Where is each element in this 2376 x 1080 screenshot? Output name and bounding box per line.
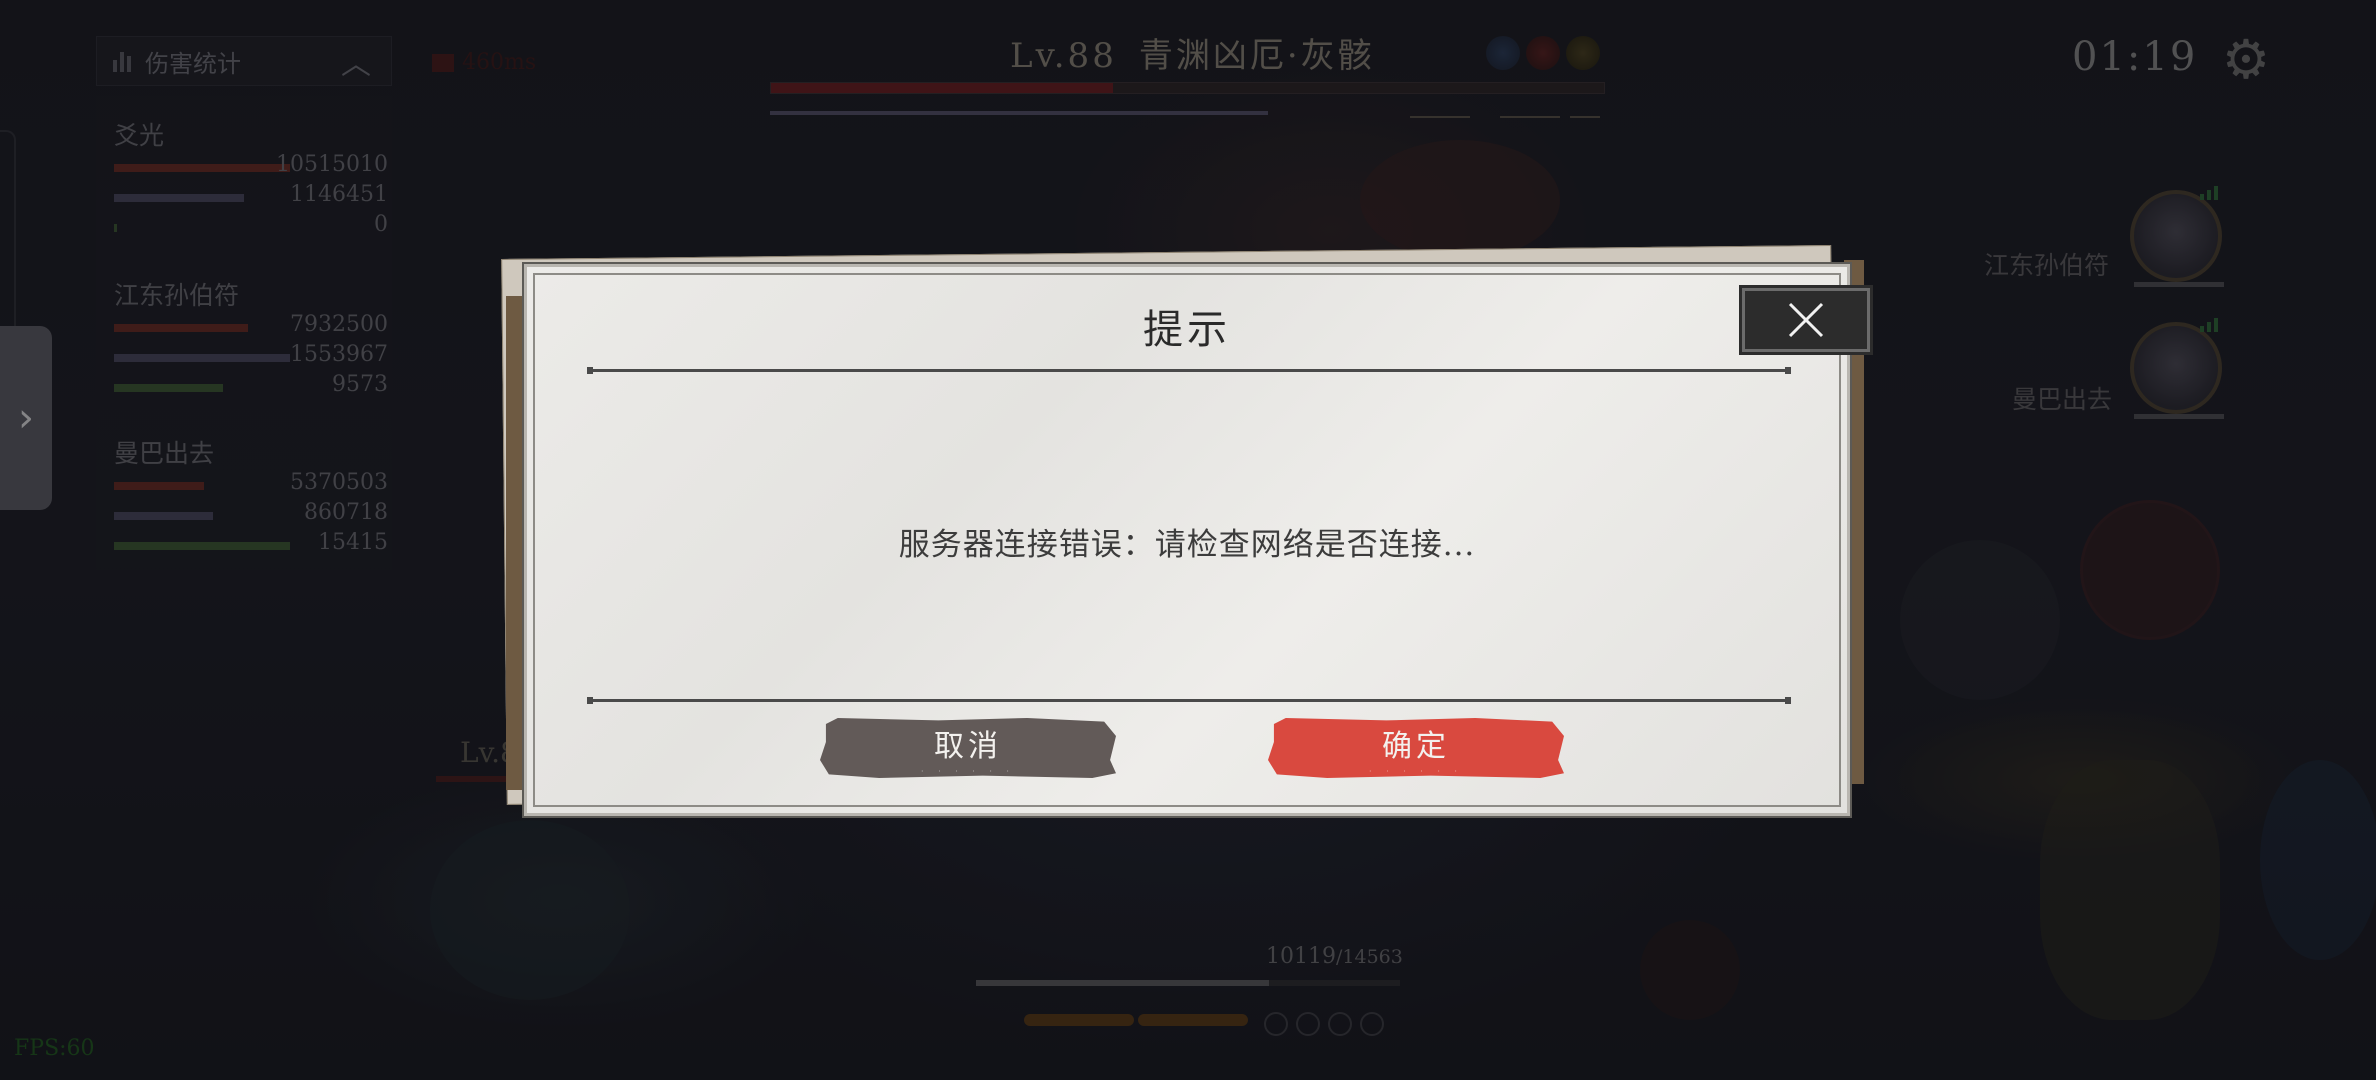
dialog-title: 提示 [1143,307,1231,353]
cancel-button[interactable]: 取消 · · · · · · [820,718,1116,778]
button-decor: · · · · · · [921,766,1015,776]
cancel-button-label: 取消 [934,728,1002,764]
alert-dialog: 提示 服务器连接错误：请检查网络是否连接... [524,264,1850,816]
confirm-button[interactable]: 确定 · · · · · · [1268,718,1564,778]
close-button[interactable] [1742,288,1870,352]
dialog-message: 服务器连接错误：请检查网络是否连接... [898,527,1476,563]
dialog-divider-bottom [587,697,1791,704]
button-decor: · · · · · · [1369,766,1463,776]
dialog-divider-top [587,367,1791,374]
confirm-button-label: 确定 [1382,728,1450,764]
close-icon [1788,302,1824,338]
